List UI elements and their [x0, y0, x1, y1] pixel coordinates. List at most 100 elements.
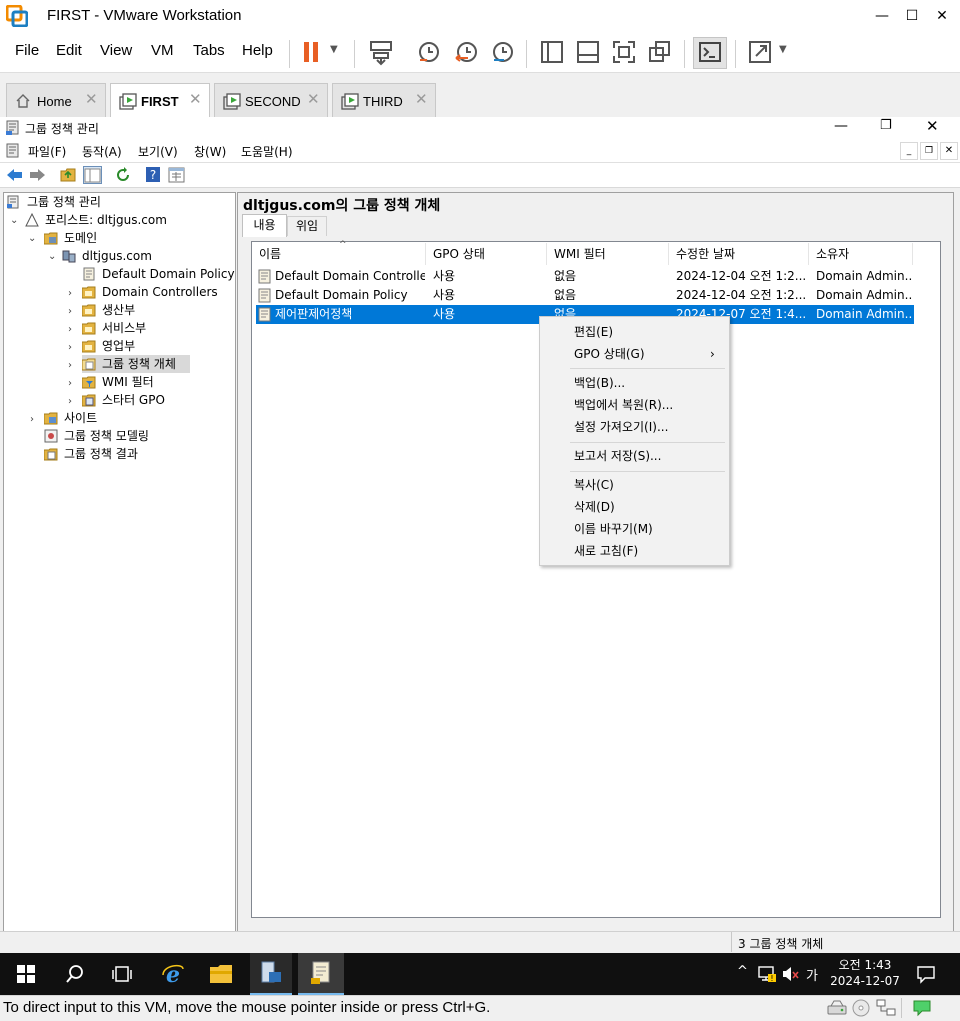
sidebar-toggle-icon[interactable] [537, 38, 567, 66]
stretch-dropdown-icon[interactable]: ▼ [779, 44, 787, 55]
pause-icon[interactable] [298, 38, 328, 66]
mdi-close-button[interactable]: ✕ [940, 142, 958, 160]
properties-icon[interactable] [168, 167, 185, 183]
clock-date[interactable]: 2024-12-07 [828, 974, 902, 988]
collapse-arrow-icon[interactable]: › [68, 342, 72, 353]
refresh-icon[interactable] [115, 167, 131, 183]
file-explorer-icon[interactable] [209, 963, 233, 985]
menu-item-save-report[interactable]: 보고서 저장(S)... [574, 446, 661, 466]
vm-icon [341, 93, 359, 110]
menu-action[interactable]: 동작(A) [82, 143, 122, 160]
table-row[interactable]: Default Domain Policy 사용 없음 2024-12-04 오… [256, 286, 914, 305]
status-divider [901, 998, 902, 1018]
collapse-arrow-icon[interactable]: › [68, 288, 72, 299]
pause-dropdown-icon[interactable]: ▼ [330, 44, 338, 55]
revert-snapshot-icon[interactable] [452, 38, 482, 66]
network-icon[interactable]: ! [757, 964, 777, 984]
collapse-arrow-icon[interactable]: › [30, 414, 34, 425]
full-screen-icon[interactable] [609, 38, 639, 66]
network-adapter-icon[interactable] [875, 999, 897, 1017]
menu-item-edit[interactable]: 편집(E) [574, 322, 613, 342]
tab-label: THIRD [363, 94, 403, 109]
send-ctrl-alt-del-icon[interactable] [366, 38, 396, 66]
menu-view[interactable]: View [100, 42, 132, 59]
gpmc-minimize-button[interactable]: — [834, 118, 848, 134]
menu-tabs[interactable]: Tabs [193, 42, 225, 59]
collapse-arrow-icon[interactable]: › [68, 396, 72, 407]
tab-delegation[interactable]: 위임 [287, 216, 327, 236]
column-header-owner[interactable]: 소유자 [809, 243, 913, 265]
menu-vm[interactable]: VM [151, 42, 174, 59]
column-header-modified[interactable]: 수정한 날짜 [669, 243, 809, 265]
action-center-icon[interactable] [916, 964, 936, 984]
search-icon[interactable] [65, 964, 85, 984]
internet-explorer-icon[interactable]: e [161, 961, 185, 985]
hard-disk-icon[interactable] [826, 999, 848, 1017]
menu-file-kr[interactable]: 파일(F) [28, 143, 66, 160]
taskbar-app-gpmc[interactable] [298, 953, 344, 995]
tab-home[interactable]: Home ✕ [6, 83, 106, 118]
show-hide-tree-icon[interactable] [83, 166, 102, 184]
back-arrow-icon[interactable] [6, 167, 23, 183]
console-view-button[interactable] [693, 37, 727, 69]
menu-item-import-settings[interactable]: 설정 가져오기(I)... [574, 417, 668, 437]
gpo-link-icon [83, 267, 95, 281]
menu-view-kr[interactable]: 보기(V) [138, 143, 178, 160]
mdi-restore-button[interactable]: ❐ [920, 142, 938, 160]
expand-arrow-icon[interactable]: ⌄ [10, 215, 18, 226]
show-hidden-icons-icon[interactable]: ^ [737, 964, 748, 979]
menu-window[interactable]: 창(W) [194, 143, 226, 160]
snapshot-manager-icon[interactable] [488, 38, 518, 66]
close-tab-icon[interactable]: ✕ [415, 90, 428, 108]
snapshot-icon[interactable] [414, 38, 444, 66]
table-row[interactable]: Default Domain Controlle... 사용 없음 2024-1… [256, 267, 914, 286]
message-log-icon[interactable] [912, 999, 932, 1017]
tab-second[interactable]: SECOND ✕ [214, 83, 328, 118]
collapse-arrow-icon[interactable]: › [68, 378, 72, 389]
volume-muted-icon[interactable] [781, 964, 799, 984]
close-tab-icon[interactable]: ✕ [189, 90, 202, 108]
menu-item-gpo-status[interactable]: GPO 상태(G) [574, 344, 645, 364]
menu-item-delete[interactable]: 삭제(D) [574, 497, 615, 517]
column-header-gpo-status[interactable]: GPO 상태 [426, 243, 547, 265]
forward-arrow-icon[interactable] [29, 167, 46, 183]
tab-contents[interactable]: 내용 [242, 214, 287, 237]
tab-third[interactable]: THIRD ✕ [332, 83, 436, 118]
ime-indicator[interactable]: 가 [806, 965, 818, 984]
windows-start-icon[interactable] [17, 965, 35, 983]
thumbnail-bar-icon[interactable] [573, 38, 603, 66]
taskbar-app-server-manager[interactable] [250, 953, 292, 995]
tab-first[interactable]: FIRST ✕ [110, 83, 210, 118]
close-button[interactable]: ✕ [924, 4, 960, 28]
cd-dvd-icon[interactable] [851, 999, 871, 1017]
expand-arrow-icon[interactable]: ⌄ [28, 233, 36, 244]
close-tab-icon[interactable]: ✕ [307, 90, 320, 108]
stretch-icon[interactable] [745, 38, 775, 66]
menu-help-kr[interactable]: 도움말(H) [241, 143, 293, 160]
menu-item-restore[interactable]: 백업에서 복원(R)... [574, 395, 673, 415]
help-icon[interactable]: ? [145, 166, 161, 183]
up-folder-icon[interactable] [60, 166, 77, 183]
column-header-wmi-filter[interactable]: WMI 필터 [547, 243, 669, 265]
menu-item-copy[interactable]: 복사(C) [574, 475, 614, 495]
gpmc-restore-button[interactable]: ❐ [880, 118, 892, 133]
console-tree[interactable]: 그룹 정책 관리 ⌄ 포리스트: dltjgus.com ⌄ 도메인 ⌄ dlt… [3, 192, 236, 932]
menu-item-backup[interactable]: 백업(B)... [574, 373, 625, 393]
collapse-arrow-icon[interactable]: › [68, 306, 72, 317]
menu-item-refresh[interactable]: 새로 고침(F) [574, 541, 638, 561]
menu-help[interactable]: Help [242, 42, 273, 59]
clock-time[interactable]: 오전 1:43 [836, 956, 894, 973]
menu-file[interactable]: File [15, 42, 39, 59]
collapse-arrow-icon[interactable]: › [68, 324, 72, 335]
unity-icon[interactable] [645, 38, 675, 66]
task-view-icon[interactable] [111, 965, 133, 983]
menu-edit[interactable]: Edit [56, 42, 82, 59]
close-tab-icon[interactable]: ✕ [85, 90, 98, 108]
tree-item-gpo-container[interactable]: 그룹 정책 개체 [82, 355, 190, 373]
collapse-arrow-icon[interactable]: › [68, 360, 72, 371]
expand-arrow-icon[interactable]: ⌄ [48, 251, 56, 262]
menu-item-rename[interactable]: 이름 바꾸기(M) [574, 519, 653, 539]
column-header-name[interactable]: 이름 [252, 243, 426, 265]
gpmc-close-button[interactable]: ✕ [926, 117, 939, 135]
mdi-minimize-button[interactable]: _ [900, 142, 918, 160]
